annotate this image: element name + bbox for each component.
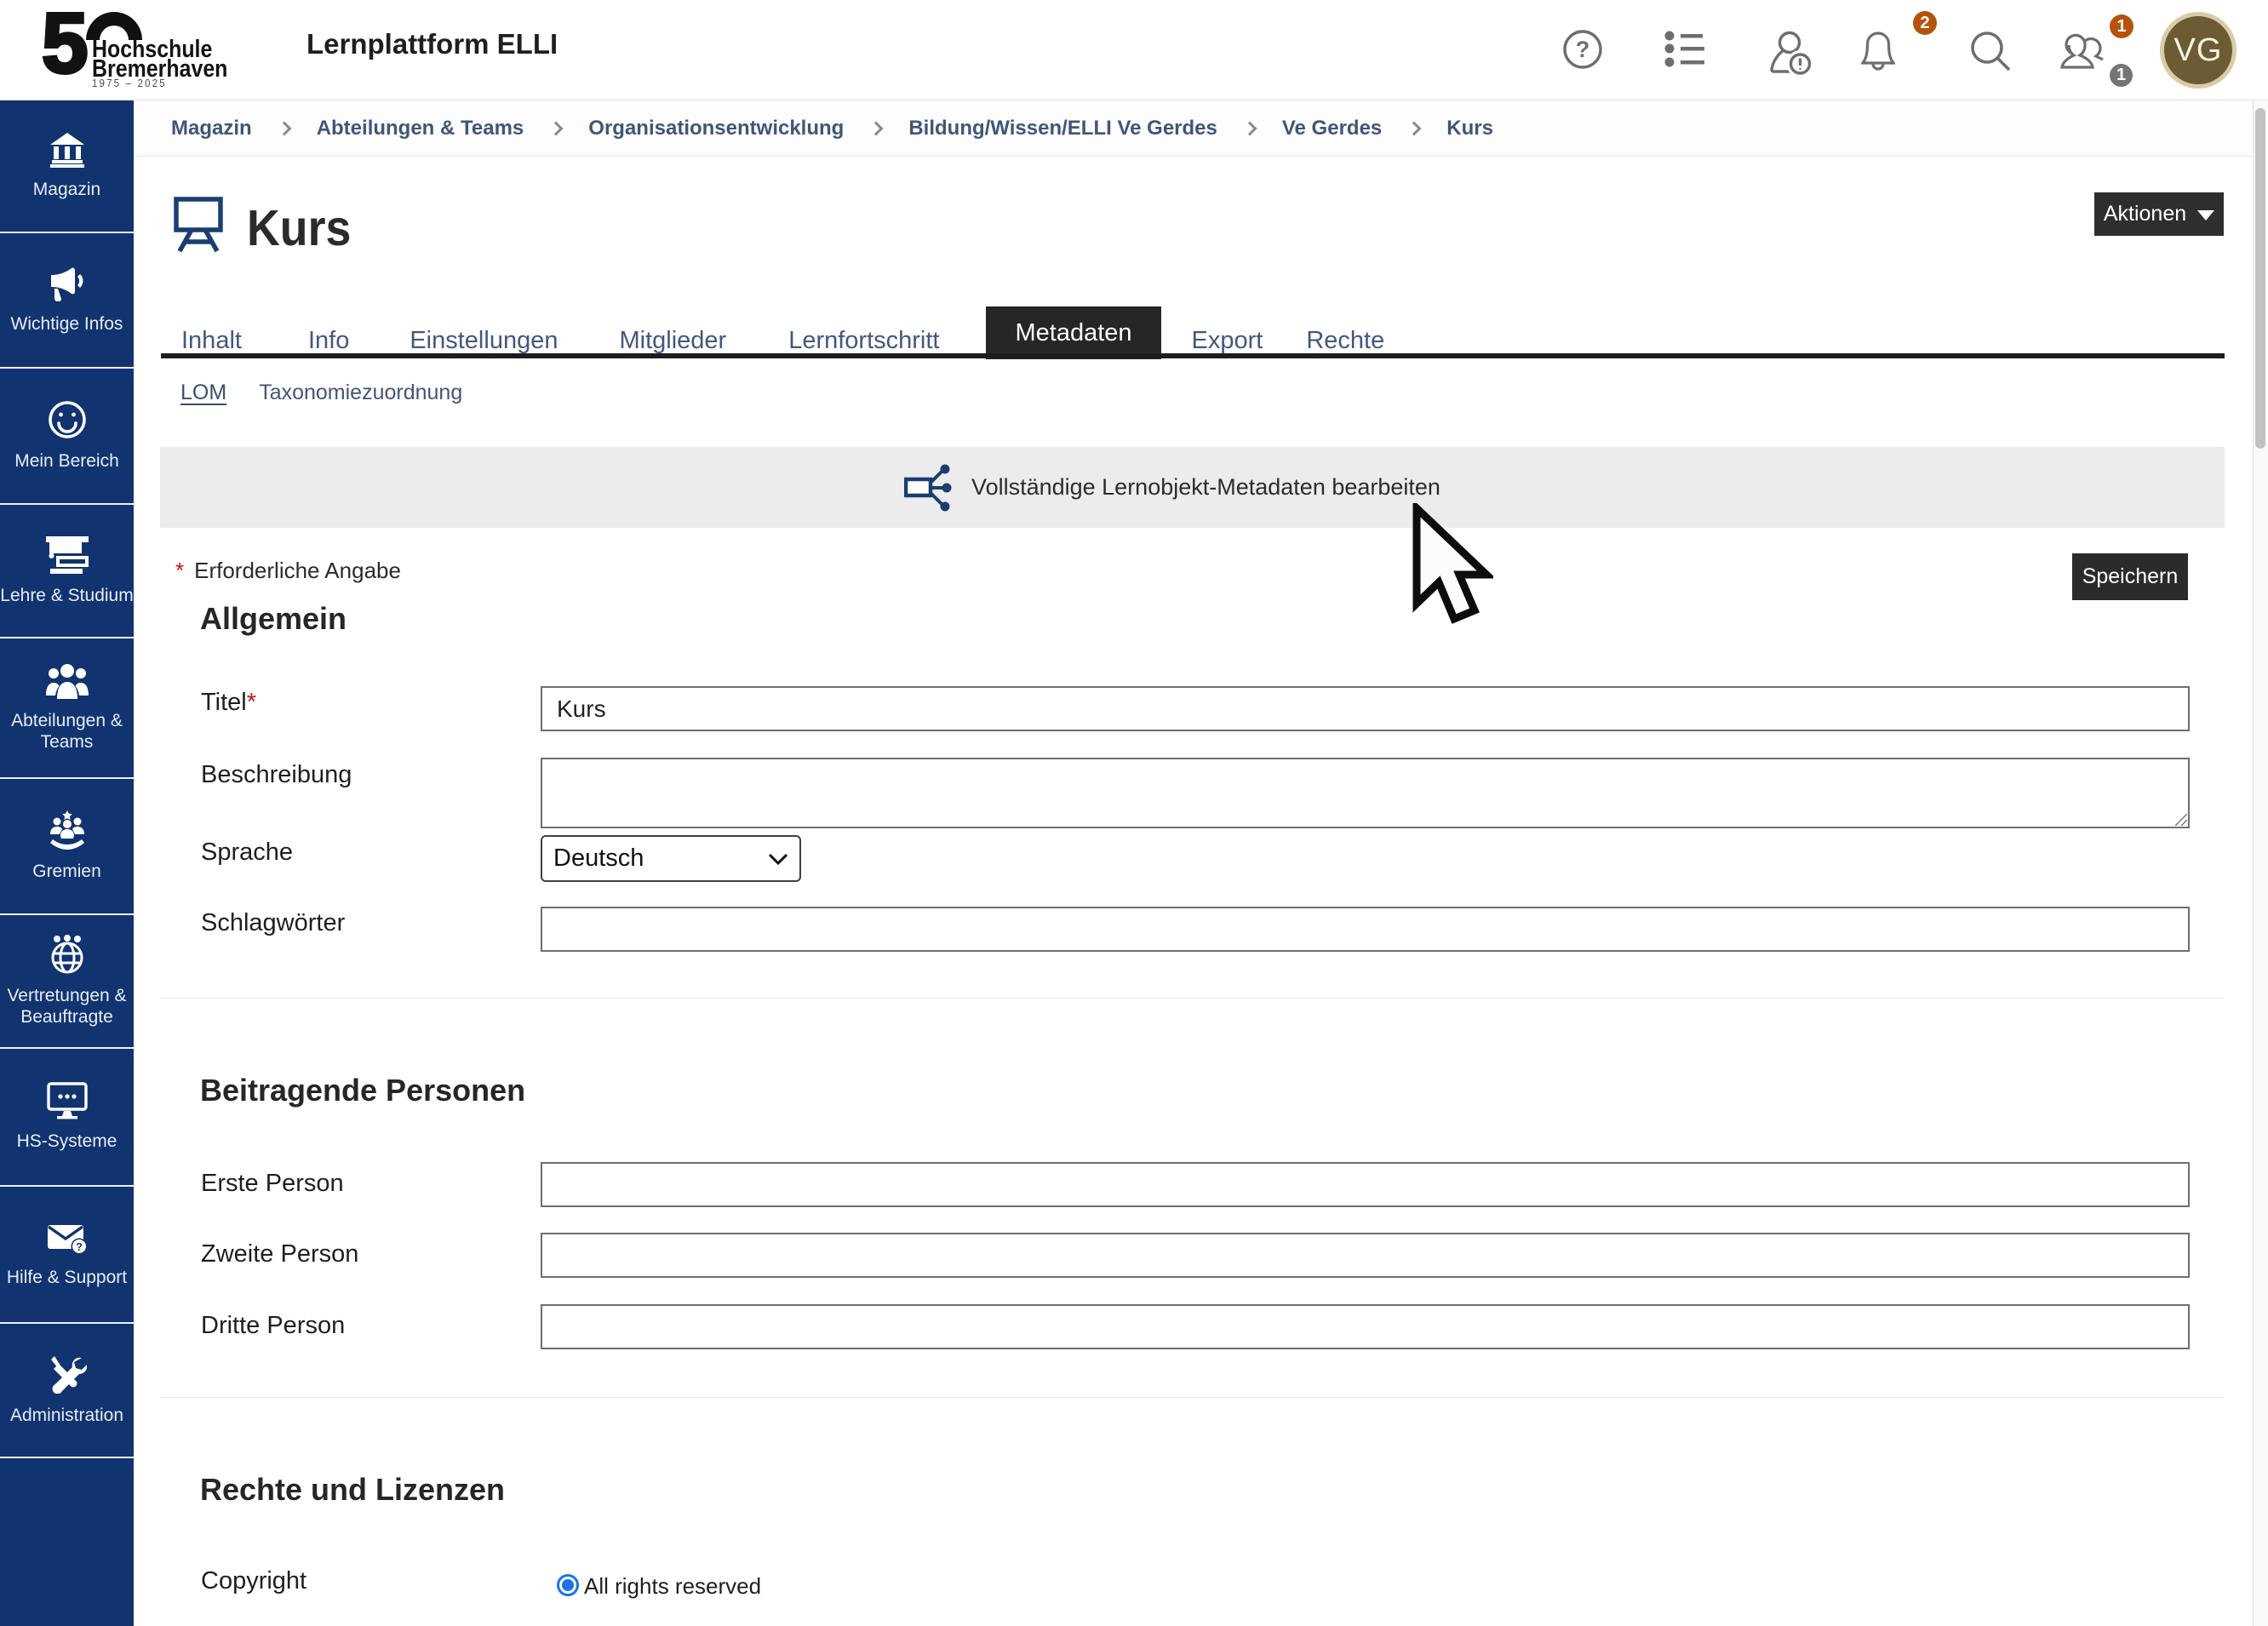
svg-text:?: ?	[1576, 37, 1590, 62]
svg-text:?: ?	[76, 1240, 83, 1253]
